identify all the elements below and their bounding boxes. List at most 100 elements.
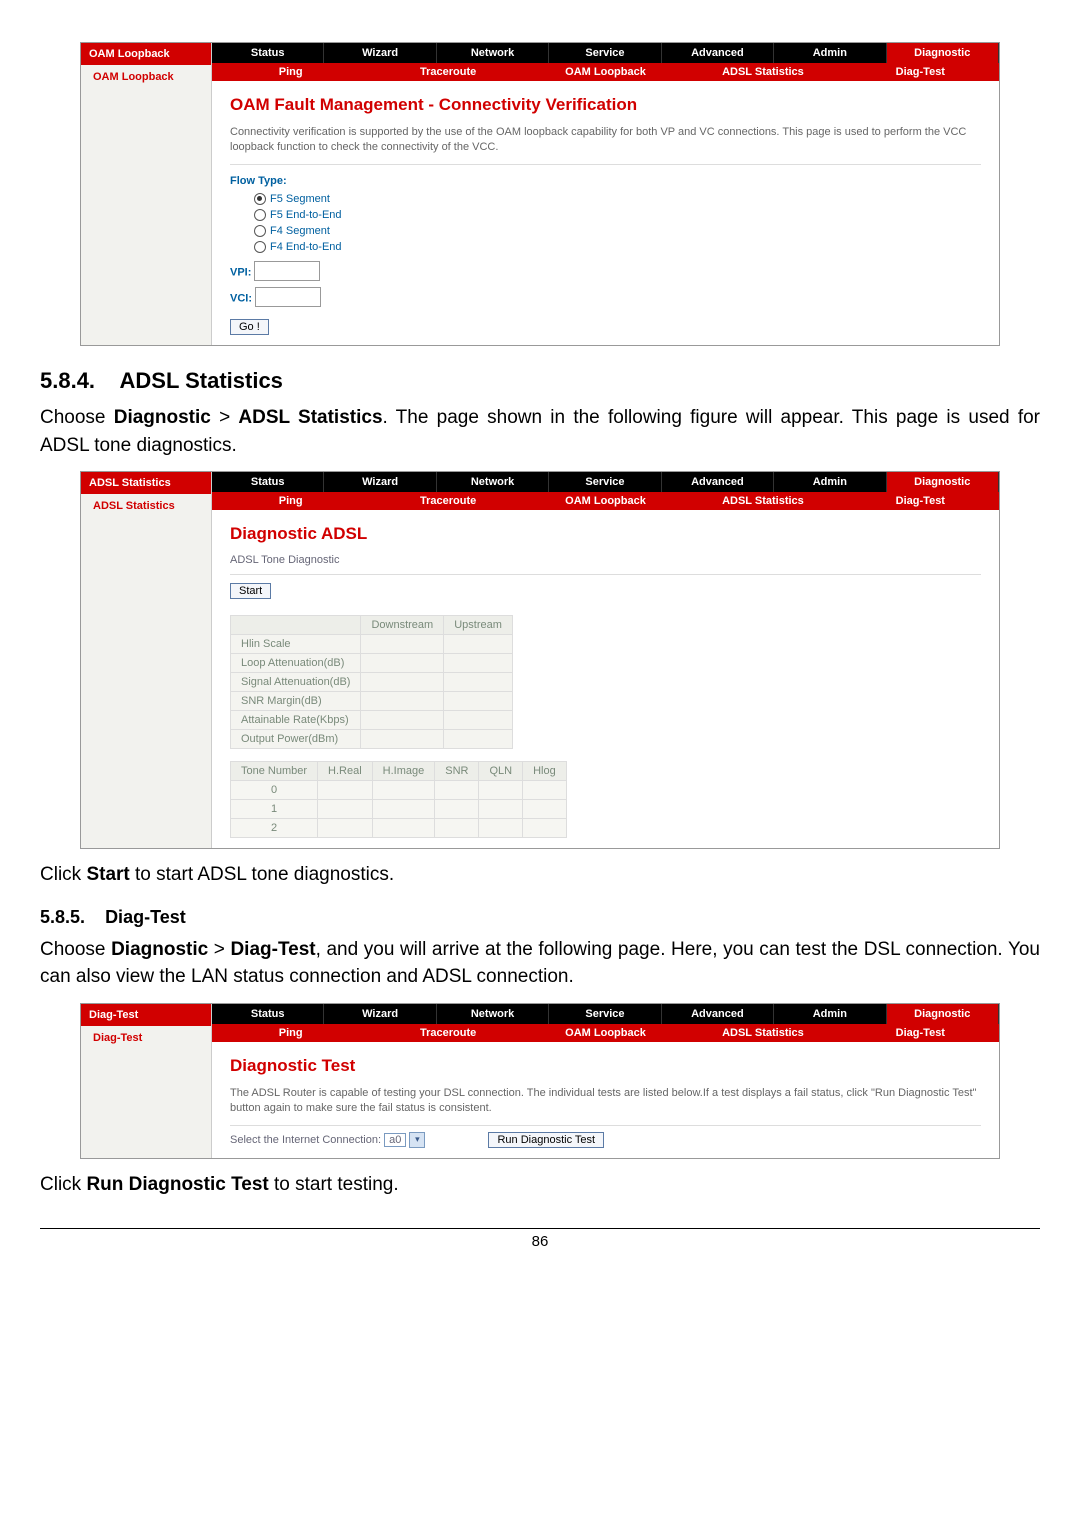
tab-status[interactable]: Status (212, 1004, 324, 1024)
table-row: Signal Attenuation(dB) (231, 673, 513, 692)
tab-admin[interactable]: Admin (774, 1004, 886, 1024)
col-snr: SNR (435, 762, 479, 781)
chevron-down-icon[interactable]: ▾ (409, 1132, 425, 1148)
subtab-traceroute[interactable]: Traceroute (369, 492, 526, 510)
screenshot-diag-test: Diag-Test Diag-Test Status Wizard Networ… (80, 1003, 1000, 1159)
col-tone-number: Tone Number (231, 762, 318, 781)
radio-icon (254, 241, 266, 253)
tab-diagnostic[interactable]: Diagnostic (887, 472, 999, 492)
connection-select[interactable]: a0 (384, 1133, 406, 1147)
tab-advanced[interactable]: Advanced (662, 1004, 774, 1024)
tab-admin[interactable]: Admin (774, 472, 886, 492)
after-shot3-text: Click Run Diagnostic Test to start testi… (40, 1171, 1040, 1199)
tab-service[interactable]: Service (549, 1004, 661, 1024)
col-upstream: Upstream (444, 616, 513, 635)
subtab-adsl-statistics[interactable]: ADSL Statistics (684, 63, 841, 81)
sidebar-item-diag-test[interactable]: Diag-Test (81, 1026, 211, 1050)
sidebar-title: ADSL Statistics (81, 472, 211, 494)
sidebar-item-adsl-statistics[interactable]: ADSL Statistics (81, 494, 211, 518)
adsl-metrics-table: Downstream Upstream Hlin Scale Loop Atte… (230, 615, 513, 749)
radio-f4-segment[interactable]: F4 Segment (254, 223, 981, 239)
page-description: The ADSL Router is capable of testing yo… (230, 1086, 981, 1126)
radio-icon (254, 193, 266, 205)
radio-f4-end-to-end[interactable]: F4 End-to-End (254, 239, 981, 255)
col-himage: H.Image (372, 762, 435, 781)
col-qln: QLN (479, 762, 523, 781)
tab-network[interactable]: Network (437, 472, 549, 492)
section-heading-584: 5.8.4. ADSL Statistics (40, 368, 1040, 394)
page-title: Diagnostic ADSL (230, 524, 981, 544)
table-row: 1 (231, 800, 567, 819)
vpi-label: VPI: (230, 267, 251, 279)
main-nav: Status Wizard Network Service Advanced A… (212, 43, 999, 63)
tab-status[interactable]: Status (212, 43, 324, 63)
section-para-584: Choose Diagnostic > ADSL Statistics. The… (40, 404, 1040, 459)
tab-service[interactable]: Service (549, 472, 661, 492)
tab-network[interactable]: Network (437, 43, 549, 63)
flow-type-label: Flow Type: (230, 175, 981, 187)
tab-wizard[interactable]: Wizard (324, 43, 436, 63)
subtab-oam-loopback[interactable]: OAM Loopback (527, 1024, 684, 1042)
main-nav: Status Wizard Network Service Advanced A… (212, 472, 999, 492)
col-hreal: H.Real (318, 762, 373, 781)
select-connection-row: Select the Internet Connection: a0 ▾ Run… (230, 1132, 981, 1148)
subtab-oam-loopback[interactable]: OAM Loopback (527, 492, 684, 510)
tab-advanced[interactable]: Advanced (662, 43, 774, 63)
subtab-adsl-statistics[interactable]: ADSL Statistics (684, 1024, 841, 1042)
radio-f5-segment[interactable]: F5 Segment (254, 191, 981, 207)
radio-icon (254, 225, 266, 237)
page-description: Connectivity verification is supported b… (230, 125, 981, 165)
sidebar-item-oam-loopback[interactable]: OAM Loopback (81, 65, 211, 89)
subtab-traceroute[interactable]: Traceroute (369, 63, 526, 81)
radio-f5-end-to-end[interactable]: F5 End-to-End (254, 207, 981, 223)
table-row: 2 (231, 819, 567, 838)
table-row: Output Power(dBm) (231, 730, 513, 749)
subtab-diag-test[interactable]: Diag-Test (842, 1024, 999, 1042)
sub-nav: Ping Traceroute OAM Loopback ADSL Statis… (212, 63, 999, 81)
section-heading-585: 5.8.5. Diag-Test (40, 907, 1040, 928)
page-number: 86 (40, 1228, 1040, 1250)
start-button[interactable]: Start (230, 583, 271, 599)
main-nav: Status Wizard Network Service Advanced A… (212, 1004, 999, 1024)
sub-nav: Ping Traceroute OAM Loopback ADSL Statis… (212, 492, 999, 510)
tab-wizard[interactable]: Wizard (324, 472, 436, 492)
subtab-oam-loopback[interactable]: OAM Loopback (527, 63, 684, 81)
vci-label: VCI: (230, 293, 252, 305)
vpi-input[interactable] (254, 261, 320, 281)
radio-icon (254, 209, 266, 221)
subtab-adsl-statistics[interactable]: ADSL Statistics (684, 492, 841, 510)
tab-advanced[interactable]: Advanced (662, 472, 774, 492)
tab-network[interactable]: Network (437, 1004, 549, 1024)
sidebar-title: OAM Loopback (81, 43, 211, 65)
section-para-585: Choose Diagnostic > Diag-Test, and you w… (40, 936, 1040, 991)
subtab-ping[interactable]: Ping (212, 63, 369, 81)
table-row: Attainable Rate(Kbps) (231, 711, 513, 730)
tab-status[interactable]: Status (212, 472, 324, 492)
col-downstream: Downstream (361, 616, 444, 635)
screenshot-adsl-statistics: ADSL Statistics ADSL Statistics Status W… (80, 471, 1000, 849)
screenshot-oam-loopback: OAM Loopback OAM Loopback Status Wizard … (80, 42, 1000, 346)
col-hlog: Hlog (523, 762, 567, 781)
subtab-diag-test[interactable]: Diag-Test (842, 63, 999, 81)
table-row: SNR Margin(dB) (231, 692, 513, 711)
run-diagnostic-button[interactable]: Run Diagnostic Test (488, 1132, 604, 1148)
select-label: Select the Internet Connection: (230, 1134, 381, 1146)
table-row: 0 (231, 781, 567, 800)
sidebar-title: Diag-Test (81, 1004, 211, 1026)
tone-table: Tone Number H.Real H.Image SNR QLN Hlog … (230, 761, 567, 838)
page-title: Diagnostic Test (230, 1056, 981, 1076)
subtab-traceroute[interactable]: Traceroute (369, 1024, 526, 1042)
subheading: ADSL Tone Diagnostic (230, 554, 981, 575)
subtab-ping[interactable]: Ping (212, 1024, 369, 1042)
subtab-diag-test[interactable]: Diag-Test (842, 492, 999, 510)
table-row: Loop Attenuation(dB) (231, 654, 513, 673)
page-title: OAM Fault Management - Connectivity Veri… (230, 95, 981, 115)
tab-admin[interactable]: Admin (774, 43, 886, 63)
tab-diagnostic[interactable]: Diagnostic (887, 1004, 999, 1024)
vci-input[interactable] (255, 287, 321, 307)
tab-wizard[interactable]: Wizard (324, 1004, 436, 1024)
go-button[interactable]: Go ! (230, 319, 269, 335)
tab-diagnostic[interactable]: Diagnostic (887, 43, 999, 63)
subtab-ping[interactable]: Ping (212, 492, 369, 510)
tab-service[interactable]: Service (549, 43, 661, 63)
